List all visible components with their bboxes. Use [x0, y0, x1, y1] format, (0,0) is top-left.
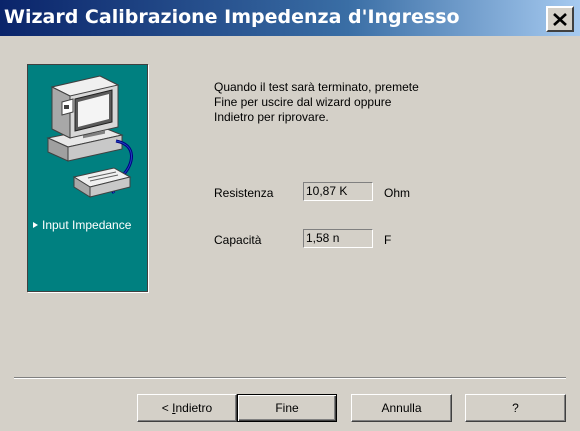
instructions-text: Quando il test sarà terminato, premete F…: [214, 80, 474, 125]
instructions-line: Indietro per riprovare.: [214, 110, 329, 124]
title-bar[interactable]: Wizard Calibrazione Impedenza d'Ingresso: [0, 0, 580, 36]
back-button[interactable]: < Indietro: [137, 394, 237, 422]
capacitance-label: Capacità: [214, 233, 262, 247]
resistance-value: 10,87 K: [303, 182, 373, 201]
wizard-step-current: Input Impedance: [33, 218, 131, 232]
finish-button[interactable]: Fine: [237, 394, 337, 422]
close-icon: [553, 12, 567, 26]
wizard-step-label: Input Impedance: [42, 218, 132, 232]
wizard-dialog: Wizard Calibrazione Impedenza d'Ingresso: [0, 0, 580, 431]
cancel-button[interactable]: Annulla: [351, 394, 452, 422]
capacitance-value: 1,58 n: [303, 229, 373, 248]
close-button[interactable]: [546, 6, 574, 32]
instructions-line: Quando il test sarà terminato, premete: [214, 80, 419, 94]
window-title: Wizard Calibrazione Impedenza d'Ingresso: [4, 6, 460, 28]
help-button[interactable]: ?: [465, 394, 566, 422]
arrow-right-icon: [33, 222, 38, 228]
back-button-rest: ndietro: [175, 401, 213, 415]
back-button-prefix: <: [161, 401, 173, 415]
computer-with-device-icon: [46, 75, 133, 198]
capacitance-unit: F: [384, 233, 392, 247]
resistance-unit: Ohm: [384, 186, 411, 200]
resistance-label: Resistenza: [214, 186, 274, 200]
wizard-side-panel: Input Impedance: [27, 64, 148, 292]
instructions-line: Fine per uscire dal wizard oppure: [214, 95, 392, 109]
button-separator: [14, 377, 566, 379]
